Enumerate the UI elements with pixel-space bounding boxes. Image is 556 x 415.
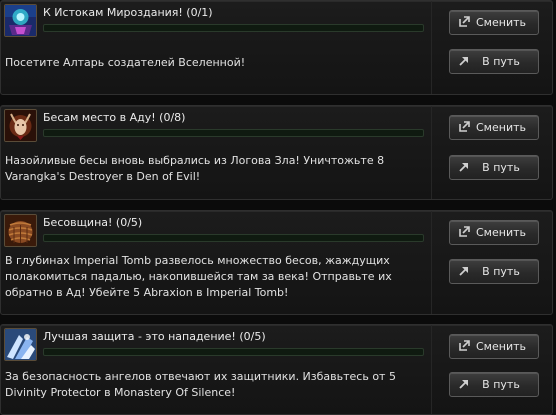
change-quest-button[interactable]: Сменить xyxy=(449,115,539,140)
quest-progress-bar xyxy=(43,129,424,137)
refresh-icon xyxy=(459,16,470,27)
go-button[interactable]: В путь xyxy=(449,372,539,397)
angel-icon xyxy=(4,328,37,361)
quest-description: Посетите Алтарь создателей Вселенной! xyxy=(5,56,246,69)
quest-card: К Истокам Мироздания! (0/1) Посетите Алт… xyxy=(0,0,553,95)
change-quest-label: Сменить xyxy=(476,16,526,29)
change-quest-label: Сменить xyxy=(476,340,526,353)
quest-description: За безопасность ангелов отвечают их защи… xyxy=(5,370,396,399)
arrow-icon xyxy=(459,380,468,389)
quest-title: К Истокам Мироздания! (0/1) xyxy=(43,6,213,19)
arrow-icon xyxy=(459,57,468,66)
change-quest-label: Сменить xyxy=(476,226,526,239)
refresh-icon xyxy=(459,121,470,132)
quest-list: К Истокам Мироздания! (0/1) Посетите Алт… xyxy=(0,0,556,415)
go-button[interactable]: В путь xyxy=(449,49,539,74)
go-button[interactable]: В путь xyxy=(449,259,539,284)
go-label: В путь xyxy=(482,378,520,391)
go-label: В путь xyxy=(482,161,520,174)
quest-title: Лучшая защита - это нападение! (0/5) xyxy=(43,330,266,343)
quest-progress-bar xyxy=(43,348,424,356)
quest-card: Лучшая защита - это нападение! (0/5) За … xyxy=(0,324,553,415)
quest-description: В глубинах Imperial Tomb развелось множе… xyxy=(5,254,392,299)
quest-card: Бесам место в Аду! (0/8) Назойливые бесы… xyxy=(0,105,553,200)
change-quest-button[interactable]: Сменить xyxy=(449,10,539,35)
refresh-icon xyxy=(459,226,470,237)
quest-card: Бесовщина! (0/5) В глубинах Imperial Tom… xyxy=(0,210,553,315)
go-button[interactable]: В путь xyxy=(449,155,539,180)
scales-icon xyxy=(4,214,37,247)
demon-icon xyxy=(4,109,37,142)
quest-title: Бесам место в Аду! (0/8) xyxy=(43,111,186,124)
arrow-icon xyxy=(459,267,468,276)
refresh-icon xyxy=(459,340,470,351)
change-quest-button[interactable]: Сменить xyxy=(449,334,539,359)
quest-progress-bar xyxy=(43,24,424,32)
change-quest-label: Сменить xyxy=(476,121,526,134)
arrow-icon xyxy=(459,163,468,172)
quest-title: Бесовщина! (0/5) xyxy=(43,216,143,229)
quest-progress-bar xyxy=(43,234,424,242)
go-label: В путь xyxy=(482,265,520,278)
go-label: В путь xyxy=(482,55,520,68)
change-quest-button[interactable]: Сменить xyxy=(449,220,539,245)
altar-icon xyxy=(4,4,37,37)
quest-description: Назойливые бесы вновь выбрались из Логов… xyxy=(5,154,385,183)
